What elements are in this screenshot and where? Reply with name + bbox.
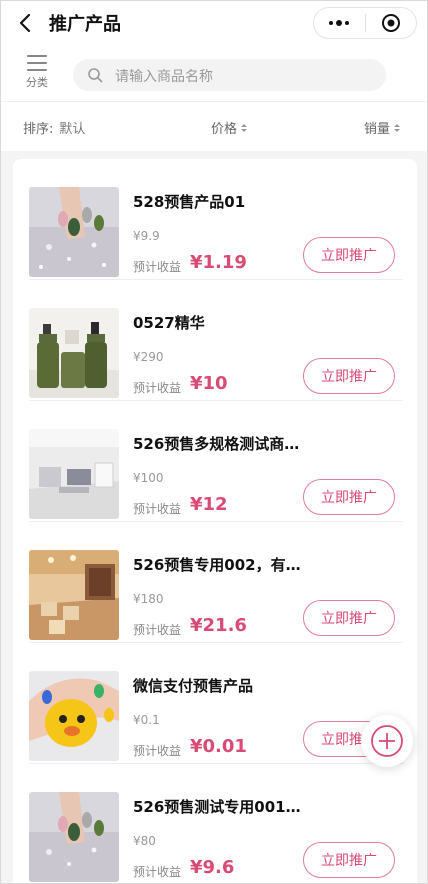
more-dots-icon (329, 21, 334, 25)
product-thumbnail[interactable] (29, 550, 119, 640)
search-bar-row: 分类 请输入商品名称 (1, 45, 427, 101)
product-price: ¥180 (133, 592, 164, 606)
promote-button[interactable]: 立即推广 (303, 358, 395, 394)
promote-button[interactable]: 立即推广 (303, 600, 395, 636)
promoted-products-page: 推广产品 分类 请输入商品名称 排序: 默认 价格 销量 528预售产品01 ¥… (0, 0, 428, 884)
earnings-label: 预计收益 (133, 260, 182, 274)
promote-button[interactable]: 立即推广 (303, 842, 395, 878)
list-item: 528预售产品01 ¥9.9 预计收益 ¥1.19 立即推广 (13, 159, 417, 280)
product-name[interactable]: 0527精华 (133, 312, 303, 333)
product-price: ¥80 (133, 834, 156, 848)
earnings-value: ¥12 (190, 494, 228, 515)
target-close-icon (381, 14, 400, 32)
product-name[interactable]: 微信支付预售产品 (133, 675, 303, 696)
sort-bar: 排序: 默认 价格 销量 (1, 101, 427, 151)
earnings-value: ¥21.6 (190, 615, 247, 636)
earnings-label: 预计收益 (133, 744, 182, 758)
earnings-value: ¥10 (190, 373, 228, 394)
serum-bottles-image (29, 308, 119, 398)
product-thumbnail[interactable] (29, 429, 119, 519)
cartoon-nails-image (29, 671, 119, 761)
nail-art-glitter-image (29, 792, 119, 882)
promote-button[interactable]: 立即推广 (303, 237, 395, 273)
add-floating-button[interactable] (361, 715, 413, 767)
sort-by-sales[interactable]: 销量 (364, 118, 401, 137)
product-thumbnail[interactable] (29, 671, 119, 761)
earnings-value: ¥9.6 (190, 857, 235, 878)
sort-by-price[interactable]: 价格 (211, 118, 248, 137)
product-thumbnail[interactable] (29, 187, 119, 277)
back-button[interactable] (15, 11, 37, 35)
earnings-label: 预计收益 (133, 502, 182, 516)
search-placeholder: 请输入商品名称 (115, 69, 213, 85)
earnings-value: ¥1.19 (190, 252, 247, 273)
product-name[interactable]: 526预售多规格测试商… (133, 433, 303, 454)
close-button[interactable] (365, 8, 416, 38)
product-name[interactable]: 526预售专用002，有… (133, 554, 303, 575)
nail-art-glitter-image (29, 187, 119, 277)
product-price: ¥100 (133, 471, 164, 485)
wooden-studio-image (29, 550, 119, 640)
salon-room-image (29, 429, 119, 519)
sort-price-label: 价格 (211, 122, 238, 137)
product-thumbnail[interactable] (29, 792, 119, 882)
product-name[interactable]: 528预售产品01 (133, 191, 303, 212)
product-price: ¥290 (133, 350, 164, 364)
earnings-label: 预计收益 (133, 623, 182, 637)
earnings-label: 预计收益 (133, 381, 182, 395)
list-item: 0527精华 ¥290 预计收益 ¥10 立即推广 (13, 280, 417, 401)
plus-circle-icon (371, 725, 403, 757)
product-name[interactable]: 526预售测试专用001… (133, 796, 303, 817)
more-button[interactable] (314, 8, 365, 38)
mini-program-capsule (313, 7, 417, 39)
list-icon (27, 55, 47, 71)
sort-sales-label: 销量 (364, 122, 391, 137)
earnings-value: ¥0.01 (190, 736, 247, 757)
sort-default-value: 默认 (59, 122, 86, 137)
nav-bar: 推广产品 (1, 1, 427, 45)
page-title: 推广产品 (49, 14, 121, 35)
sort-default[interactable]: 排序: 默认 (23, 118, 85, 137)
list-item: 526预售多规格测试商… ¥100 预计收益 ¥12 立即推广 (13, 401, 417, 522)
category-label: 分类 (26, 76, 48, 89)
product-list: 528预售产品01 ¥9.9 预计收益 ¥1.19 立即推广 0527精华 ¥2… (13, 159, 417, 883)
product-price: ¥0.1 (133, 713, 160, 727)
list-item: 微信支付预售产品 ¥0.1 预计收益 ¥0.01 立即推广 (13, 643, 417, 764)
sort-label: 排序: (23, 122, 54, 137)
earnings-label: 预计收益 (133, 865, 182, 879)
search-input[interactable]: 请输入商品名称 (73, 59, 386, 91)
sort-arrows-icon (394, 123, 401, 132)
sort-arrows-icon (241, 123, 248, 132)
product-thumbnail[interactable] (29, 308, 119, 398)
list-item: 526预售专用002，有… ¥180 预计收益 ¥21.6 立即推广 (13, 522, 417, 643)
product-price: ¥9.9 (133, 229, 160, 243)
list-item: 526预售测试专用001… ¥80 预计收益 ¥9.6 立即推广 (13, 764, 417, 883)
category-button[interactable]: 分类 (17, 55, 57, 95)
chevron-left-icon (19, 13, 31, 33)
search-icon (88, 68, 103, 83)
promote-button[interactable]: 立即推广 (303, 479, 395, 515)
